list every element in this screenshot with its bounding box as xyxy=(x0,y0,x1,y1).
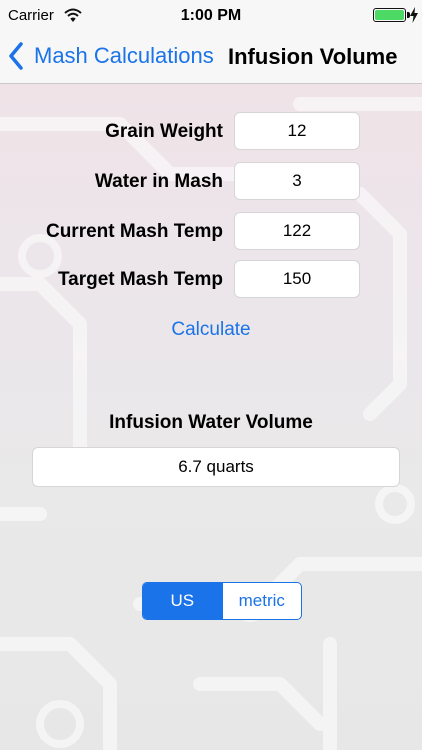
result-display: 6.7 quarts xyxy=(32,447,400,487)
segment-metric[interactable]: metric xyxy=(221,583,302,619)
target-mash-temp-input[interactable] xyxy=(234,260,360,298)
grain-weight-label: Grain Weight xyxy=(105,121,223,142)
result-title: Infusion Water Volume xyxy=(109,412,313,433)
back-button-label: Mash Calculations xyxy=(34,43,214,68)
page-title: Infusion Volume xyxy=(228,44,398,69)
app-screen: Carrier 1:00 PM Mash Calculations Infusi… xyxy=(0,0,422,750)
battery-level xyxy=(375,10,404,20)
current-mash-temp-label: Current Mash Temp xyxy=(45,221,223,242)
navigation-bar: Mash Calculations Infusion Volume xyxy=(0,30,422,84)
battery-icon xyxy=(373,8,406,22)
water-in-mash-label: Water in Mash xyxy=(94,171,223,192)
water-in-mash-input[interactable] xyxy=(234,162,360,200)
status-time: 1:00 PM xyxy=(180,7,242,24)
status-bar: Carrier 1:00 PM xyxy=(0,0,422,30)
units-segmented-control: US metric xyxy=(142,582,302,620)
calculate-button[interactable]: Calculate xyxy=(0,318,422,342)
grain-weight-input[interactable] xyxy=(234,112,360,150)
bolt-icon xyxy=(410,7,418,23)
chevron-left-icon xyxy=(9,42,23,70)
back-button[interactable]: Mash Calculations xyxy=(8,38,214,74)
target-mash-temp-label: Target Mash Temp xyxy=(57,269,223,290)
result-value: 6.7 quarts xyxy=(178,457,254,476)
current-mash-temp-input[interactable] xyxy=(234,212,360,250)
segment-us[interactable]: US xyxy=(143,583,222,619)
